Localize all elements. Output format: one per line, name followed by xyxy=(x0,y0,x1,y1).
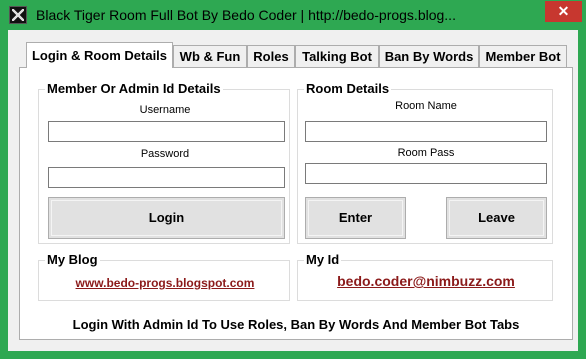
login-button[interactable]: Login xyxy=(48,197,285,239)
my-blog-group: My Blog www.bedo-progs.blogspot.com xyxy=(38,252,291,301)
tab-login-room-details[interactable]: Login & Room Details xyxy=(26,42,173,68)
tab-ban-by-words[interactable]: Ban By Words xyxy=(379,45,479,67)
tab-wb-fun[interactable]: Wb & Fun xyxy=(173,45,247,67)
blog-group-title: My Blog xyxy=(45,252,100,267)
room-details-group: Room Details Room Name Room Pass Enter L… xyxy=(297,81,553,244)
login-button-label: Login xyxy=(148,210,185,225)
password-label: Password xyxy=(140,148,190,160)
room-name-input[interactable] xyxy=(305,121,547,142)
window-title: Black Tiger Room Full Bot By Bedo Coder … xyxy=(36,7,456,23)
app-window: Black Tiger Room Full Bot By Bedo Coder … xyxy=(0,0,586,359)
login-room-details-panel: Member Or Admin Id Details Username Pass… xyxy=(19,67,573,340)
tiger-app-icon[interactable] xyxy=(9,6,27,24)
room-group-title: Room Details xyxy=(304,81,392,96)
id-group-title: My Id xyxy=(304,252,342,267)
my-id-group: My Id bedo.coder@nimbuzz.com xyxy=(297,252,554,301)
enter-button-label: Enter xyxy=(338,210,373,225)
tab-roles[interactable]: Roles xyxy=(247,45,295,67)
leave-button-label: Leave xyxy=(478,210,515,225)
member-group-title: Member Or Admin Id Details xyxy=(45,81,223,96)
member-details-group: Member Or Admin Id Details Username Pass… xyxy=(38,81,290,244)
title-bar[interactable]: Black Tiger Room Full Bot By Bedo Coder … xyxy=(0,0,586,30)
username-input[interactable] xyxy=(48,121,285,142)
username-label: Username xyxy=(139,104,191,116)
footer-note: Login With Admin Id To Use Roles, Ban By… xyxy=(72,317,520,332)
client-area: Login & Room Details Wb & Fun Roles Talk… xyxy=(8,30,578,351)
room-name-label: Room Name xyxy=(395,100,457,112)
tab-talking-bot[interactable]: Talking Bot xyxy=(295,45,379,67)
tab-member-bot[interactable]: Member Bot xyxy=(479,45,567,67)
leave-button[interactable]: Leave xyxy=(446,197,547,239)
id-link[interactable]: bedo.coder@nimbuzz.com xyxy=(298,273,554,289)
blog-link[interactable]: www.bedo-progs.blogspot.com xyxy=(39,276,291,290)
password-input[interactable] xyxy=(48,167,285,188)
close-button[interactable]: ✕ xyxy=(545,1,582,22)
enter-button[interactable]: Enter xyxy=(305,197,406,239)
room-pass-input[interactable] xyxy=(305,163,547,184)
room-pass-label: Room Pass xyxy=(397,147,455,159)
